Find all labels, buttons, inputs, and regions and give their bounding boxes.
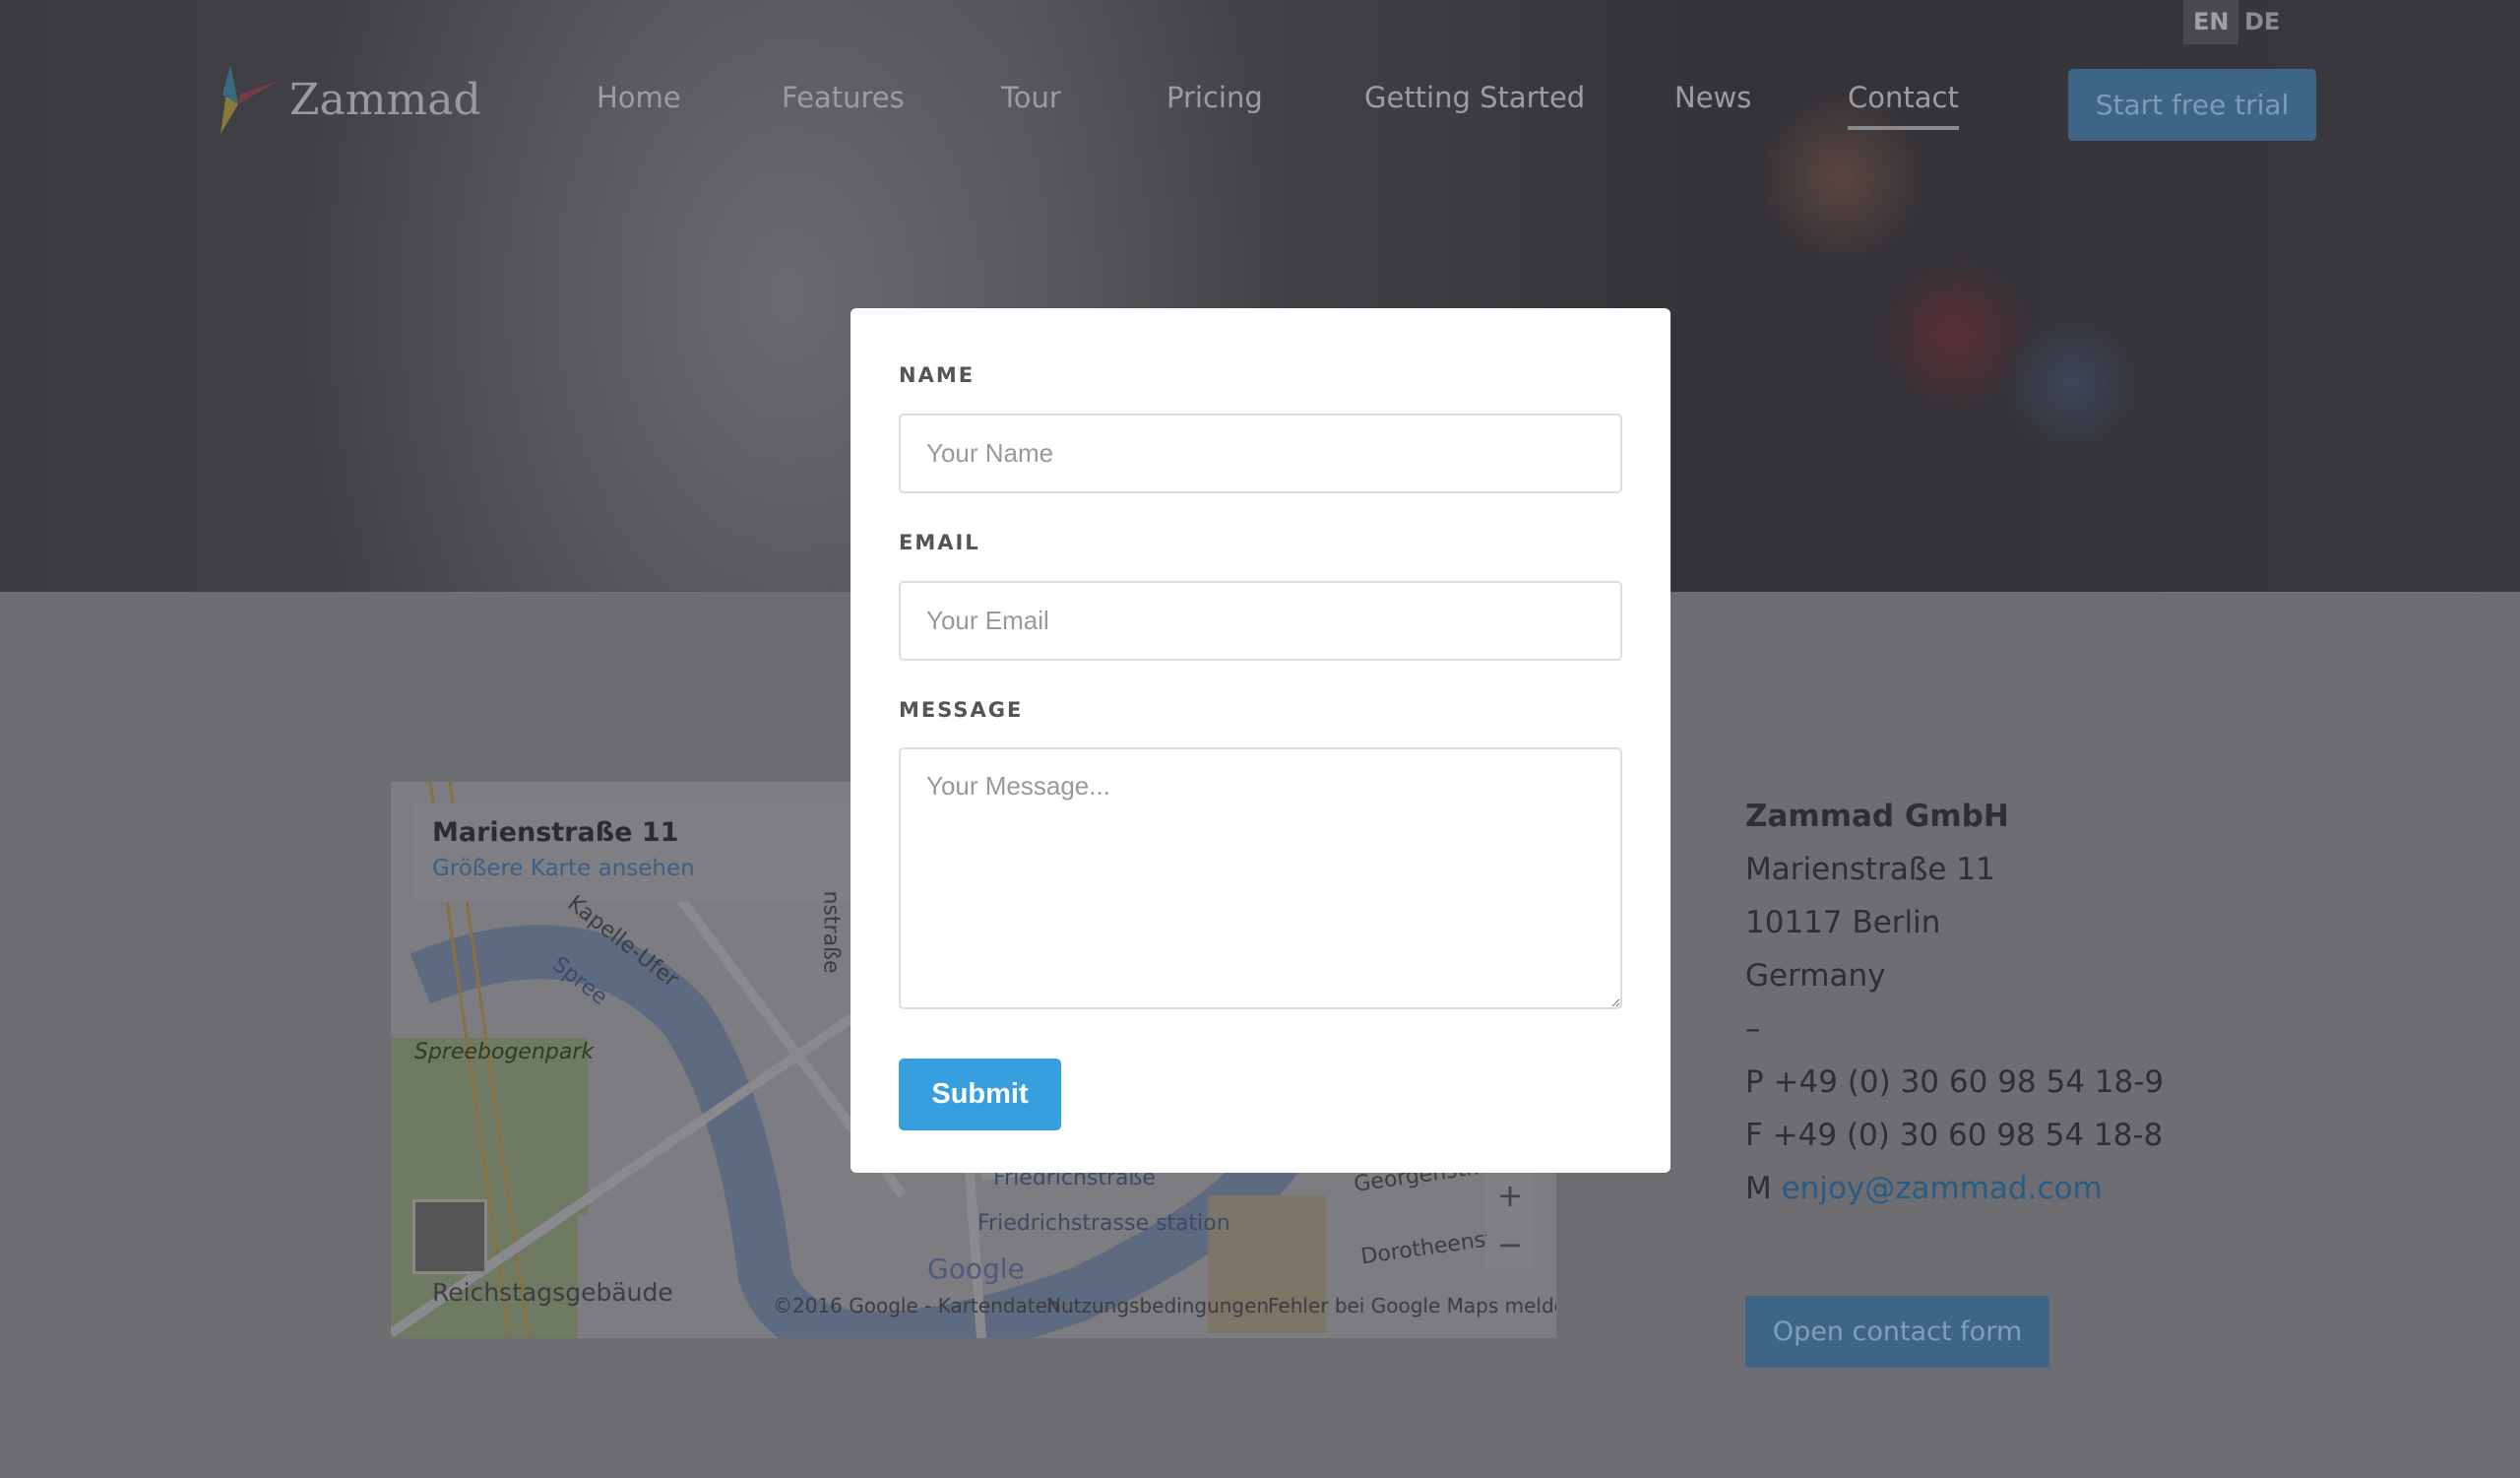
fax: F +49 (0) 30 60 98 54 18-8 bbox=[1745, 1118, 2164, 1153]
phone: P +49 (0) 30 60 98 54 18-9 bbox=[1745, 1064, 2165, 1100]
zammad-bird-icon bbox=[220, 65, 280, 134]
map-terms-link[interactable]: Nutzungsbedingungen bbox=[1046, 1294, 1269, 1317]
lang-de[interactable]: DE bbox=[2235, 0, 2290, 44]
start-free-trial-button[interactable]: Start free trial bbox=[2068, 69, 2316, 141]
open-contact-form-button[interactable]: Open contact form bbox=[1745, 1296, 2049, 1368]
nav-tour[interactable]: Tour bbox=[1001, 81, 1061, 114]
email-label: EMAIL bbox=[899, 531, 980, 554]
brand-name: Zammad bbox=[289, 74, 481, 125]
map-label: Reichstagsgebäude bbox=[432, 1278, 673, 1307]
contact-form-modal: NAME EMAIL MESSAGE Submit bbox=[850, 308, 1670, 1173]
nav-home[interactable]: Home bbox=[597, 81, 681, 114]
zoom-in-button[interactable]: + bbox=[1486, 1171, 1534, 1220]
mail-prefix: M bbox=[1745, 1171, 1772, 1206]
city: 10117 Berlin bbox=[1745, 905, 1941, 940]
company-address: Zammad GmbH Marienstraße 11 10117 Berlin… bbox=[1745, 790, 2164, 1215]
nav-features[interactable]: Features bbox=[782, 81, 905, 114]
map-zoom-controls: + − bbox=[1486, 1171, 1534, 1269]
message-textarea[interactable] bbox=[899, 747, 1622, 1009]
name-label: NAME bbox=[899, 363, 976, 387]
company-name: Zammad GmbH bbox=[1745, 799, 2009, 834]
email-input[interactable] bbox=[899, 581, 1622, 661]
map-label: nstraße bbox=[818, 890, 844, 974]
nav-getting-started[interactable]: Getting Started bbox=[1364, 81, 1585, 114]
zoom-out-button[interactable]: − bbox=[1486, 1220, 1534, 1269]
email-link[interactable]: enjoy@zammad.com bbox=[1782, 1171, 2103, 1206]
submit-button[interactable]: Submit bbox=[899, 1059, 1061, 1130]
logo[interactable]: Zammad bbox=[201, 65, 481, 134]
nav-pricing[interactable]: Pricing bbox=[1166, 81, 1263, 114]
street: Marienstraße 11 bbox=[1745, 852, 1995, 887]
nav-contact[interactable]: Contact bbox=[1848, 81, 1959, 130]
name-input[interactable] bbox=[899, 414, 1622, 493]
street-view-thumbnail[interactable] bbox=[412, 1199, 487, 1274]
map-label: Friedrichstrasse station bbox=[977, 1211, 1230, 1236]
separator: – bbox=[1745, 1011, 1761, 1047]
google-logo: Google bbox=[927, 1253, 1025, 1285]
message-label: MESSAGE bbox=[899, 698, 1024, 722]
country: Germany bbox=[1745, 958, 1886, 994]
map-report-link[interactable]: Fehler bei Google Maps melden bbox=[1268, 1294, 1556, 1317]
map-attribution: ©2016 Google - Kartendaten bbox=[773, 1294, 1060, 1317]
nav-news[interactable]: News bbox=[1674, 81, 1751, 114]
lang-en[interactable]: EN bbox=[2183, 0, 2239, 44]
map-label: Spreebogenpark bbox=[414, 1040, 595, 1064]
